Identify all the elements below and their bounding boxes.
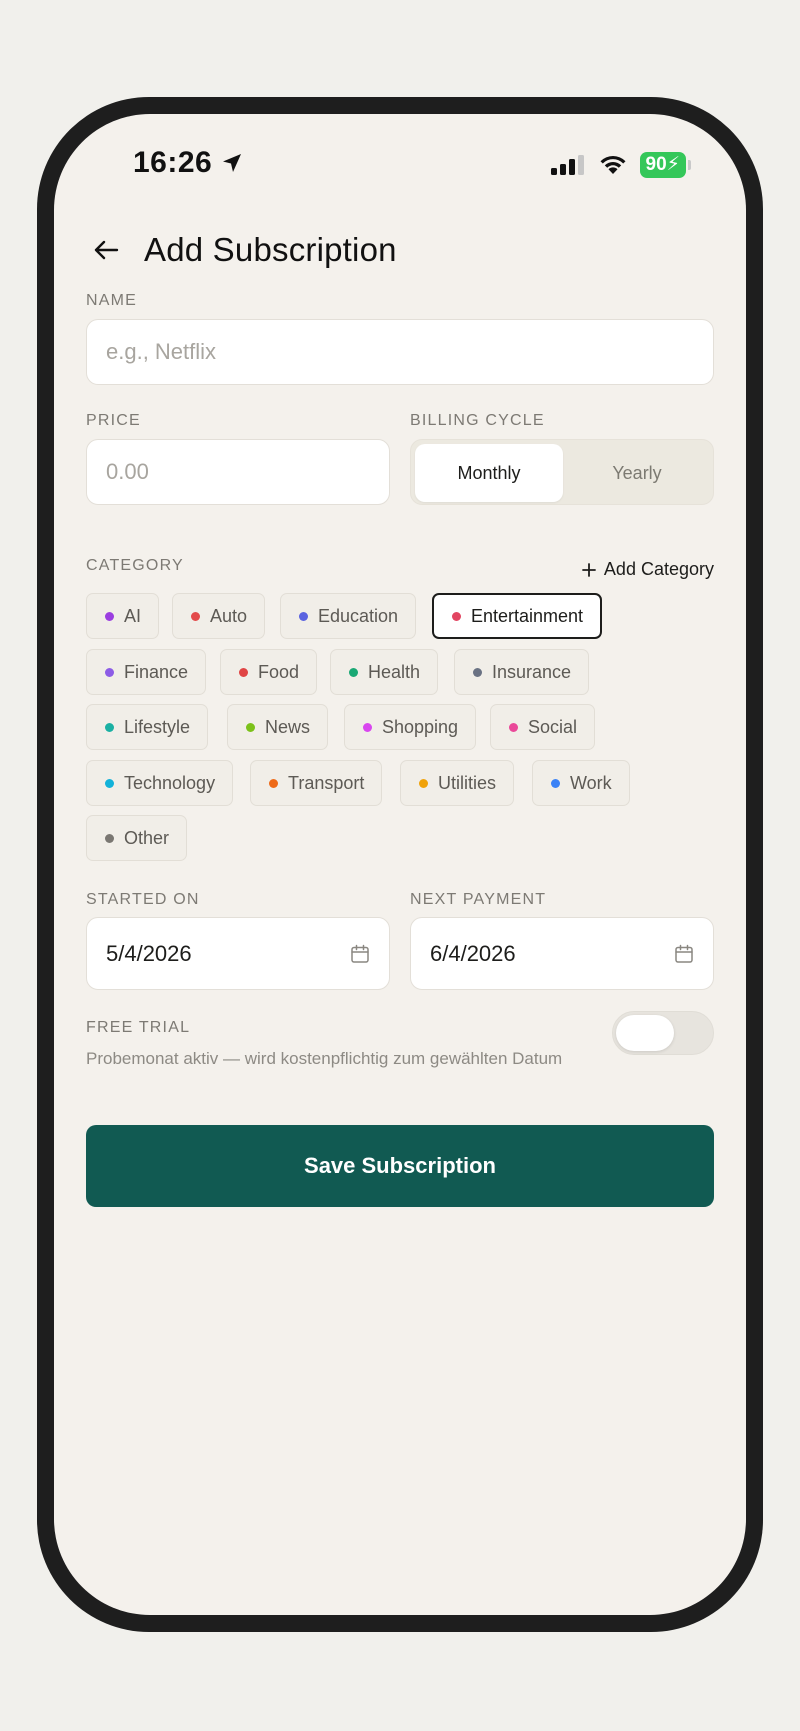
category-dot (299, 611, 308, 621)
category-dot (105, 833, 114, 843)
billing-option-yearly[interactable]: Yearly (563, 444, 711, 502)
price-input[interactable]: 0.00 (86, 439, 390, 505)
location-arrow-icon (223, 154, 242, 172)
category-dot (551, 778, 560, 788)
started-on-label: STARTED ON (86, 891, 200, 908)
name-input[interactable]: e.g., Netflix (86, 319, 714, 385)
price-label: PRICE (86, 412, 141, 429)
phone-frame: 16:26 90⚡ Add Subscription NAME e.g., Ne… (37, 97, 763, 1632)
category-chip-label: AI (124, 605, 142, 626)
category-chip-label: Auto (210, 605, 248, 626)
category-chip-shopping[interactable]: Shopping (344, 704, 477, 750)
category-chip-ai[interactable]: AI (86, 593, 160, 639)
plus-icon (582, 562, 596, 577)
wifi-icon (600, 155, 626, 174)
free-trial-label: FREE TRIAL (86, 1019, 191, 1036)
category-dot (105, 667, 114, 677)
app-screen: 16:26 90⚡ Add Subscription NAME e.g., Ne… (54, 114, 746, 1615)
add-category-button[interactable]: Add Category (582, 559, 714, 580)
category-dot (363, 722, 372, 732)
category-chip-transport[interactable]: Transport (250, 760, 383, 806)
name-placeholder: e.g., Netflix (106, 339, 217, 364)
started-on-date-field[interactable]: 5/4/2026 (86, 917, 390, 990)
status-time-text: 16:26 (133, 146, 213, 179)
category-dot (105, 722, 114, 732)
category-chip-technology[interactable]: Technology (86, 760, 234, 806)
category-chip-label: Insurance (492, 661, 572, 682)
billing-option-monthly[interactable]: Monthly (415, 444, 563, 502)
battery-indicator: 90⚡ (639, 152, 692, 178)
category-dot (269, 778, 278, 788)
category-chip-food[interactable]: Food (220, 649, 318, 695)
category-chip-label: Technology (124, 772, 216, 793)
category-chip-health[interactable]: Health (330, 649, 439, 695)
arrow-left-icon (94, 240, 119, 260)
category-chip-label: Food (258, 661, 300, 682)
category-chip-social[interactable]: Social (490, 704, 596, 750)
category-chip-label: Transport (288, 772, 365, 793)
billing-cycle-label: BILLING CYCLE (410, 412, 545, 429)
category-dot (105, 611, 114, 621)
add-category-label: Add Category (603, 559, 714, 579)
header: Add Subscription (86, 230, 397, 270)
next-payment-value: 6/4/2026 (430, 940, 516, 966)
name-label: NAME (86, 292, 138, 309)
calendar-icon (351, 944, 369, 963)
category-chip-label: Entertainment (471, 605, 584, 626)
billing-cycle-segmented-control: Monthly Yearly (410, 439, 714, 505)
category-chip-insurance[interactable]: Insurance (454, 649, 590, 695)
back-button[interactable] (86, 230, 126, 270)
category-dot (419, 778, 428, 788)
category-chip-news[interactable]: News (227, 704, 329, 750)
free-trial-description: Probemonat aktiv — wird kostenpflichtig … (86, 1049, 563, 1068)
category-label: CATEGORY (86, 557, 184, 574)
category-chip-lifestyle[interactable]: Lifestyle (86, 704, 209, 750)
category-chip-finance[interactable]: Finance (86, 649, 207, 695)
status-indicators: 90⚡ (550, 152, 692, 178)
toggle-knob (616, 1015, 674, 1051)
battery-level: 90 (645, 154, 667, 175)
category-dot (349, 667, 358, 677)
category-chip-label: News (265, 716, 311, 737)
calendar-icon (675, 944, 693, 963)
category-chip-label: Shopping (382, 716, 459, 737)
category-chip-auto[interactable]: Auto (172, 593, 266, 639)
page-title: Add Subscription (144, 231, 397, 268)
category-chip-label: Social (528, 716, 578, 737)
category-chip-education[interactable]: Education (280, 593, 417, 639)
category-chip-work[interactable]: Work (532, 760, 630, 806)
price-placeholder: 0.00 (106, 459, 149, 484)
category-dot (191, 611, 200, 621)
category-dot (509, 722, 518, 732)
category-chip-label: Finance (124, 661, 189, 682)
category-dot (246, 722, 255, 732)
category-dot (105, 778, 114, 788)
category-dot (239, 667, 248, 677)
started-on-value: 5/4/2026 (106, 940, 192, 966)
category-dot (452, 611, 461, 621)
category-chip-label: Health (368, 661, 421, 682)
category-chip-entertainment[interactable]: Entertainment (432, 593, 603, 639)
category-chip-label: Work (570, 772, 612, 793)
category-dot (473, 667, 482, 677)
category-chip-label: Other (124, 827, 170, 848)
free-trial-toggle[interactable] (612, 1011, 714, 1055)
status-time: 16:26 (133, 146, 244, 180)
category-chip-label: Utilities (438, 772, 497, 793)
category-chip-other[interactable]: Other (86, 815, 188, 861)
next-payment-label: NEXT PAYMENT (410, 891, 547, 908)
signal-icon (550, 155, 584, 175)
category-chip-label: Lifestyle (124, 716, 191, 737)
category-chip-label: Education (318, 605, 399, 626)
next-payment-date-field[interactable]: 6/4/2026 (410, 917, 714, 990)
category-chip-utilities[interactable]: Utilities (400, 760, 515, 806)
save-subscription-button[interactable]: Save Subscription (86, 1125, 714, 1207)
